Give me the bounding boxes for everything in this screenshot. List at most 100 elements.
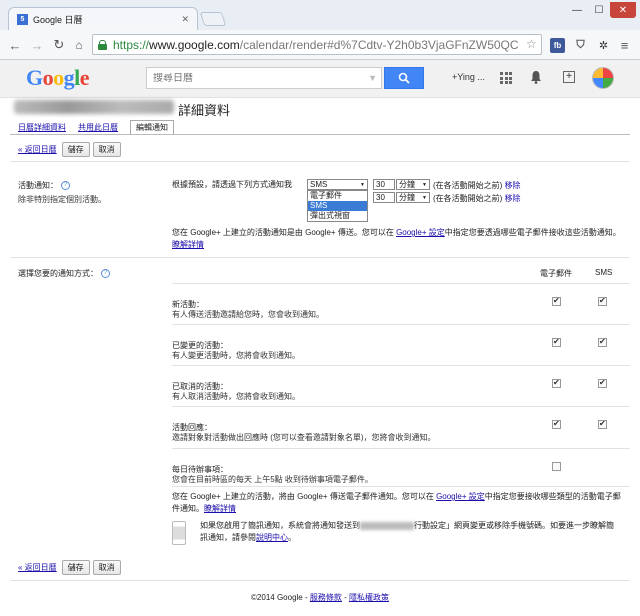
divider: [172, 324, 630, 325]
cancel-button[interactable]: 取消: [92, 142, 121, 157]
google-logo[interactable]: Google: [26, 65, 90, 91]
help-icon[interactable]: ?: [101, 269, 110, 279]
remove-reminder-link-1[interactable]: 移除: [505, 181, 521, 190]
bookmark-star-icon[interactable]: ☆: [526, 37, 537, 51]
google-bar: Google ▼ +Ying ... +: [0, 60, 640, 98]
event-response-email-checkbox[interactable]: [552, 419, 561, 429]
dropdown-arrow-icon: ▼: [422, 181, 427, 188]
browser-tab[interactable]: 5 Google 日曆 ✕: [8, 7, 198, 30]
share-plus-icon[interactable]: +: [563, 71, 575, 83]
divider: [10, 580, 630, 581]
cancelled-event-sms-checkbox[interactable]: [598, 378, 607, 388]
home-icon[interactable]: ⌂: [70, 36, 88, 54]
new-event-email-checkbox[interactable]: [552, 296, 561, 306]
tab-title: Google 日曆: [33, 14, 83, 25]
tab-edit-notifications[interactable]: 編輯通知: [130, 120, 174, 135]
mobile-phone-icon: [172, 521, 186, 545]
divider: [172, 283, 630, 284]
divider: [10, 161, 630, 162]
back-arrow-icon[interactable]: ←: [6, 36, 24, 54]
help-icon[interactable]: ?: [61, 181, 70, 191]
calendar-search-input[interactable]: [153, 72, 353, 84]
top-action-row: « 返回日曆 儲存 取消: [18, 142, 121, 157]
gplus-settings-link[interactable]: Google+ 設定: [396, 228, 445, 237]
privacy-link[interactable]: 隱私權政策: [349, 593, 389, 602]
url-host: www.google.com: [149, 37, 240, 52]
cancelled-event-desc: 有人取消活動時，您將會收到通知。: [172, 392, 300, 401]
reload-icon[interactable]: ↻: [50, 36, 68, 54]
reminder-method-select-1[interactable]: SMS ▼: [307, 179, 368, 190]
user-profile-link[interactable]: +Ying ...: [452, 72, 485, 82]
browser-titlebar: 5 Google 日曆 ✕ — ☐ ✕: [0, 0, 640, 30]
facebook-extension-icon[interactable]: fb: [550, 38, 565, 53]
bottom-action-row: « 返回日曆 儲存 取消: [18, 560, 121, 575]
event-response-sms-checkbox[interactable]: [598, 419, 607, 429]
notification-methods-label: 選擇您要的通知方式：?: [18, 268, 110, 279]
reminder-unit-select-2[interactable]: 分鐘 ▼: [396, 192, 430, 203]
new-event-sms-checkbox[interactable]: [598, 296, 607, 306]
sms-info: 如果您啟用了簡訊通知，系統會將通知發送到 行動設定」網頁變更或移除手機號碼。如要進…: [200, 521, 614, 542]
back-to-calendar-link[interactable]: « 返回日曆: [18, 562, 57, 573]
window-close-button[interactable]: ✕: [610, 2, 636, 18]
reminder-method-dropdown-list[interactable]: 電子郵件 SMS 彈出式視窗: [307, 190, 368, 222]
lock-icon: [98, 39, 107, 50]
calendar-search-box[interactable]: ▼: [146, 67, 382, 89]
column-header-email: 電子郵件: [540, 269, 572, 278]
reminder-amount-input-1[interactable]: 30: [373, 179, 395, 190]
divider: [172, 365, 630, 366]
help-center-link[interactable]: 說明中心: [256, 533, 288, 542]
avatar[interactable]: [592, 67, 614, 89]
gplus-reminder-info: 您在 Google+ 上建立的活動通知是由 Google+ 傳送。您可以在 Go…: [172, 228, 621, 249]
column-header-sms: SMS: [595, 268, 613, 277]
reminder-unit-select-1[interactable]: 分鐘 ▼: [396, 179, 430, 190]
terms-link[interactable]: 服務條款: [310, 593, 342, 602]
back-to-calendar-link[interactable]: « 返回日曆: [18, 144, 57, 155]
reminder-note-1: (在各活動開始之前) 移除: [433, 181, 521, 190]
footer: ©2014 Google - 服務條款 - 隱私權政策: [251, 593, 389, 602]
apps-grid-icon[interactable]: [500, 72, 512, 84]
divider: [10, 257, 630, 258]
new-event-desc: 有人傳送活動邀請給您時，您會收到通知。: [172, 310, 324, 319]
dropdown-option-email[interactable]: 電子郵件: [308, 191, 367, 201]
forward-arrow-icon[interactable]: →: [28, 36, 46, 54]
changed-event-desc: 有人變更活動時，您將會收到通知。: [172, 351, 300, 360]
dropdown-arrow-icon: ▼: [360, 181, 365, 188]
changed-event-sms-checkbox[interactable]: [598, 337, 607, 347]
puzzle-extension-icon[interactable]: ✲: [596, 38, 611, 53]
daily-agenda-email-checkbox[interactable]: [552, 462, 561, 471]
daily-agenda-desc: 您會在目前時區的每天 上午5點 收到待辦事項電子郵件。: [172, 475, 373, 484]
search-options-icon[interactable]: ▼: [368, 73, 377, 83]
dropdown-option-popup[interactable]: 彈出式視窗: [308, 211, 367, 221]
divider: [172, 486, 630, 487]
maximize-button[interactable]: ☐: [588, 2, 610, 18]
remove-reminder-link-2[interactable]: 移除: [505, 194, 521, 203]
header-divider: [10, 134, 630, 135]
calendar-owner-email-redacted: [14, 100, 174, 114]
learn-more-link[interactable]: 瞭解詳情: [204, 504, 236, 513]
reminder-amount-input-2[interactable]: 30: [373, 192, 395, 203]
gplus-settings-link[interactable]: Google+ 設定: [436, 492, 485, 501]
address-bar[interactable]: https:// www.google.com /calendar/render…: [92, 34, 542, 55]
changed-event-email-checkbox[interactable]: [552, 337, 561, 347]
phone-number-redacted: [360, 521, 414, 530]
shield-extension-icon[interactable]: ⛉: [573, 38, 588, 53]
minimize-button[interactable]: —: [566, 2, 588, 18]
default-reminder-text: 根據預設，請透過下列方式通知我: [172, 180, 292, 189]
dropdown-option-sms[interactable]: SMS: [308, 201, 367, 211]
save-button[interactable]: 儲存: [61, 560, 90, 575]
cancel-button[interactable]: 取消: [92, 560, 121, 575]
save-button[interactable]: 儲存: [61, 142, 90, 157]
dropdown-arrow-icon: ▼: [422, 194, 427, 201]
calendar-favicon-icon: 5: [17, 13, 28, 25]
divider: [172, 406, 630, 407]
learn-more-link[interactable]: 瞭解詳情: [172, 240, 204, 249]
tab-close-icon[interactable]: ✕: [181, 14, 189, 25]
chrome-menu-icon[interactable]: ≡: [617, 38, 632, 53]
event-reminders-sublabel: 除非特別指定個別活動。: [18, 195, 106, 204]
new-tab-button[interactable]: [199, 12, 227, 26]
search-button[interactable]: [384, 67, 424, 89]
cancelled-event-email-checkbox[interactable]: [552, 378, 561, 388]
notification-bell-icon[interactable]: [530, 70, 542, 84]
url-scheme: https://: [113, 37, 150, 52]
event-reminders-label: 活動通知：?: [18, 180, 70, 191]
